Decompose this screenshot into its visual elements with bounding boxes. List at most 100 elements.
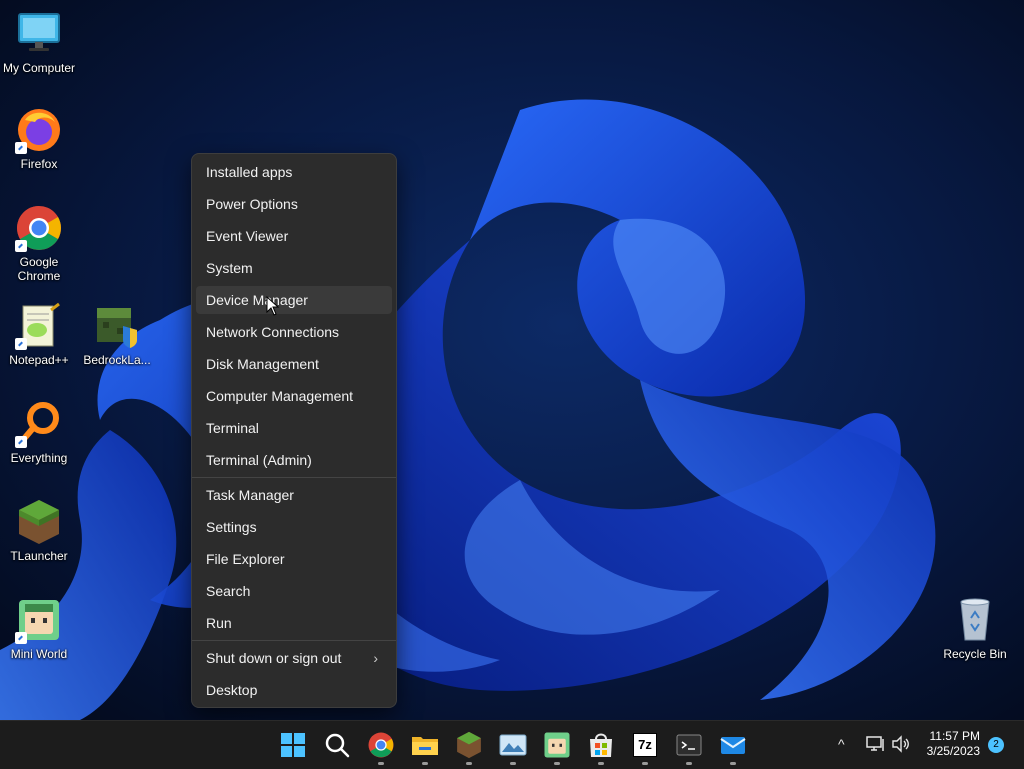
taskbar-search-button[interactable] (322, 730, 352, 760)
menu-item-label: Terminal (Admin) (206, 452, 312, 468)
menu-item-disk-management[interactable]: Disk Management (196, 350, 392, 378)
monitor-icon (15, 10, 63, 58)
desktop-icon-firefox[interactable]: Firefox (0, 106, 78, 171)
taskbar-start-button[interactable] (278, 730, 308, 760)
menu-item-settings[interactable]: Settings (196, 513, 392, 541)
taskbar-terminal[interactable] (674, 730, 704, 765)
menu-item-label: Device Manager (206, 292, 308, 308)
taskbar: 7z ^ 11:57 PM 3/25/2023 (0, 720, 1024, 769)
running-indicator (422, 762, 428, 765)
taskbar-clock[interactable]: 11:57 PM 3/25/2023 (927, 729, 980, 759)
shortcut-arrow-icon (15, 338, 27, 350)
menu-item-label: Shut down or sign out (206, 650, 342, 666)
taskbar-store[interactable] (586, 730, 616, 765)
windows-start-icon (281, 733, 305, 757)
menu-item-terminal-admin[interactable]: Terminal (Admin) (196, 446, 392, 474)
desktop-icon-label: Mini World (10, 647, 68, 661)
running-indicator (554, 762, 560, 765)
menu-item-shut-down-or-sign-out[interactable]: Shut down or sign out › (196, 644, 392, 672)
bedrock-launcher-icon (93, 302, 141, 350)
mouse-cursor-icon (266, 296, 280, 316)
notification-badge[interactable]: 2 (988, 737, 1004, 753)
menu-item-network-connections[interactable]: Network Connections (196, 318, 392, 346)
menu-separator (192, 477, 396, 478)
grass-block-icon (15, 498, 63, 546)
taskbar-chrome[interactable] (366, 730, 396, 765)
desktop-icon-label: Everything (10, 451, 68, 465)
menu-item-label: Computer Management (206, 388, 354, 404)
taskbar-minecraft[interactable] (454, 730, 484, 765)
desktop-icon-label: Notepad++ (9, 353, 69, 367)
menu-item-label: Terminal (206, 420, 259, 436)
taskbar-mail[interactable] (718, 730, 748, 765)
terminal-icon (676, 734, 702, 756)
taskbar-mini-world[interactable] (542, 730, 572, 765)
menu-item-label: Run (206, 615, 232, 631)
menu-item-label: System (206, 260, 253, 276)
clock-time: 11:57 PM (929, 729, 980, 743)
volume-icon[interactable] (891, 735, 911, 756)
7zip-icon-text: 7z (638, 737, 652, 752)
desktop-icon-my-computer[interactable]: My Computer (0, 10, 78, 75)
running-indicator (642, 762, 648, 765)
mini-world-icon (544, 732, 570, 758)
menu-item-installed-apps[interactable]: Installed apps (196, 158, 392, 186)
chrome-icon (368, 732, 394, 758)
menu-item-system[interactable]: System (196, 254, 392, 282)
taskbar-file-explorer[interactable] (410, 730, 440, 765)
menu-item-label: Settings (206, 519, 257, 535)
desktop-icon-label: Google Chrome (17, 255, 61, 283)
network-icon[interactable] (866, 735, 886, 756)
menu-item-label: Network Connections (206, 324, 340, 340)
menu-item-label: Desktop (206, 682, 258, 698)
shortcut-arrow-icon (15, 240, 27, 252)
menu-item-task-manager[interactable]: Task Manager (196, 481, 392, 509)
shortcut-arrow-icon (15, 632, 27, 644)
menu-item-event-viewer[interactable]: Event Viewer (196, 222, 392, 250)
desktop-icon-tlauncher[interactable]: TLauncher (0, 498, 78, 563)
taskbar-7zip[interactable]: 7z (630, 730, 660, 765)
grass-block-icon (457, 731, 481, 759)
running-indicator (466, 762, 472, 765)
7zip-icon: 7z (633, 733, 657, 757)
mini-world-icon (15, 596, 63, 644)
store-icon (590, 733, 612, 757)
running-indicator (510, 762, 516, 765)
desktop-icon-label: Recycle Bin (943, 647, 1007, 661)
menu-item-label: Power Options (206, 196, 298, 212)
running-indicator (730, 762, 736, 765)
menu-item-label: Search (206, 583, 251, 599)
menu-item-power-options[interactable]: Power Options (196, 190, 392, 218)
menu-item-search[interactable]: Search (196, 577, 392, 605)
desktop-icon-everything[interactable]: Everything (0, 400, 78, 465)
menu-item-device-manager[interactable]: Device Manager (196, 286, 392, 314)
desktop: My Computer Firefox Google Chrome Notepa… (0, 0, 1024, 720)
tray-overflow-chevron-icon[interactable]: ^ (838, 736, 845, 752)
menu-item-desktop[interactable]: Desktop (196, 676, 392, 704)
photos-icon (499, 734, 527, 756)
folder-icon (412, 737, 438, 755)
running-indicator (598, 762, 604, 765)
mail-icon (720, 737, 746, 754)
menu-item-label: Installed apps (206, 164, 293, 180)
firefox-icon (15, 106, 63, 154)
shortcut-arrow-icon (15, 436, 27, 448)
menu-separator (192, 640, 396, 641)
shortcut-arrow-icon (15, 142, 27, 154)
menu-item-terminal[interactable]: Terminal (196, 414, 392, 442)
menu-item-computer-management[interactable]: Computer Management (196, 382, 392, 410)
desktop-icon-label: Firefox (20, 157, 58, 171)
desktop-icon-notepadpp[interactable]: Notepad++ (0, 302, 78, 367)
notepadpp-icon (15, 302, 63, 350)
menu-item-label: Event Viewer (206, 228, 289, 244)
desktop-icon-google-chrome[interactable]: Google Chrome (0, 204, 78, 283)
desktop-icon-recycle-bin[interactable]: Recycle Bin (936, 596, 1014, 661)
desktop-icon-mini-world[interactable]: Mini World (0, 596, 78, 661)
menu-item-file-explorer[interactable]: File Explorer (196, 545, 392, 573)
desktop-icon-label: My Computer (2, 61, 76, 75)
desktop-icon-bedrock-launcher[interactable]: BedrockLa... (78, 302, 156, 367)
menu-item-run[interactable]: Run (196, 609, 392, 637)
running-indicator (378, 762, 384, 765)
taskbar-photos[interactable] (498, 730, 528, 765)
everything-search-icon (15, 400, 63, 448)
